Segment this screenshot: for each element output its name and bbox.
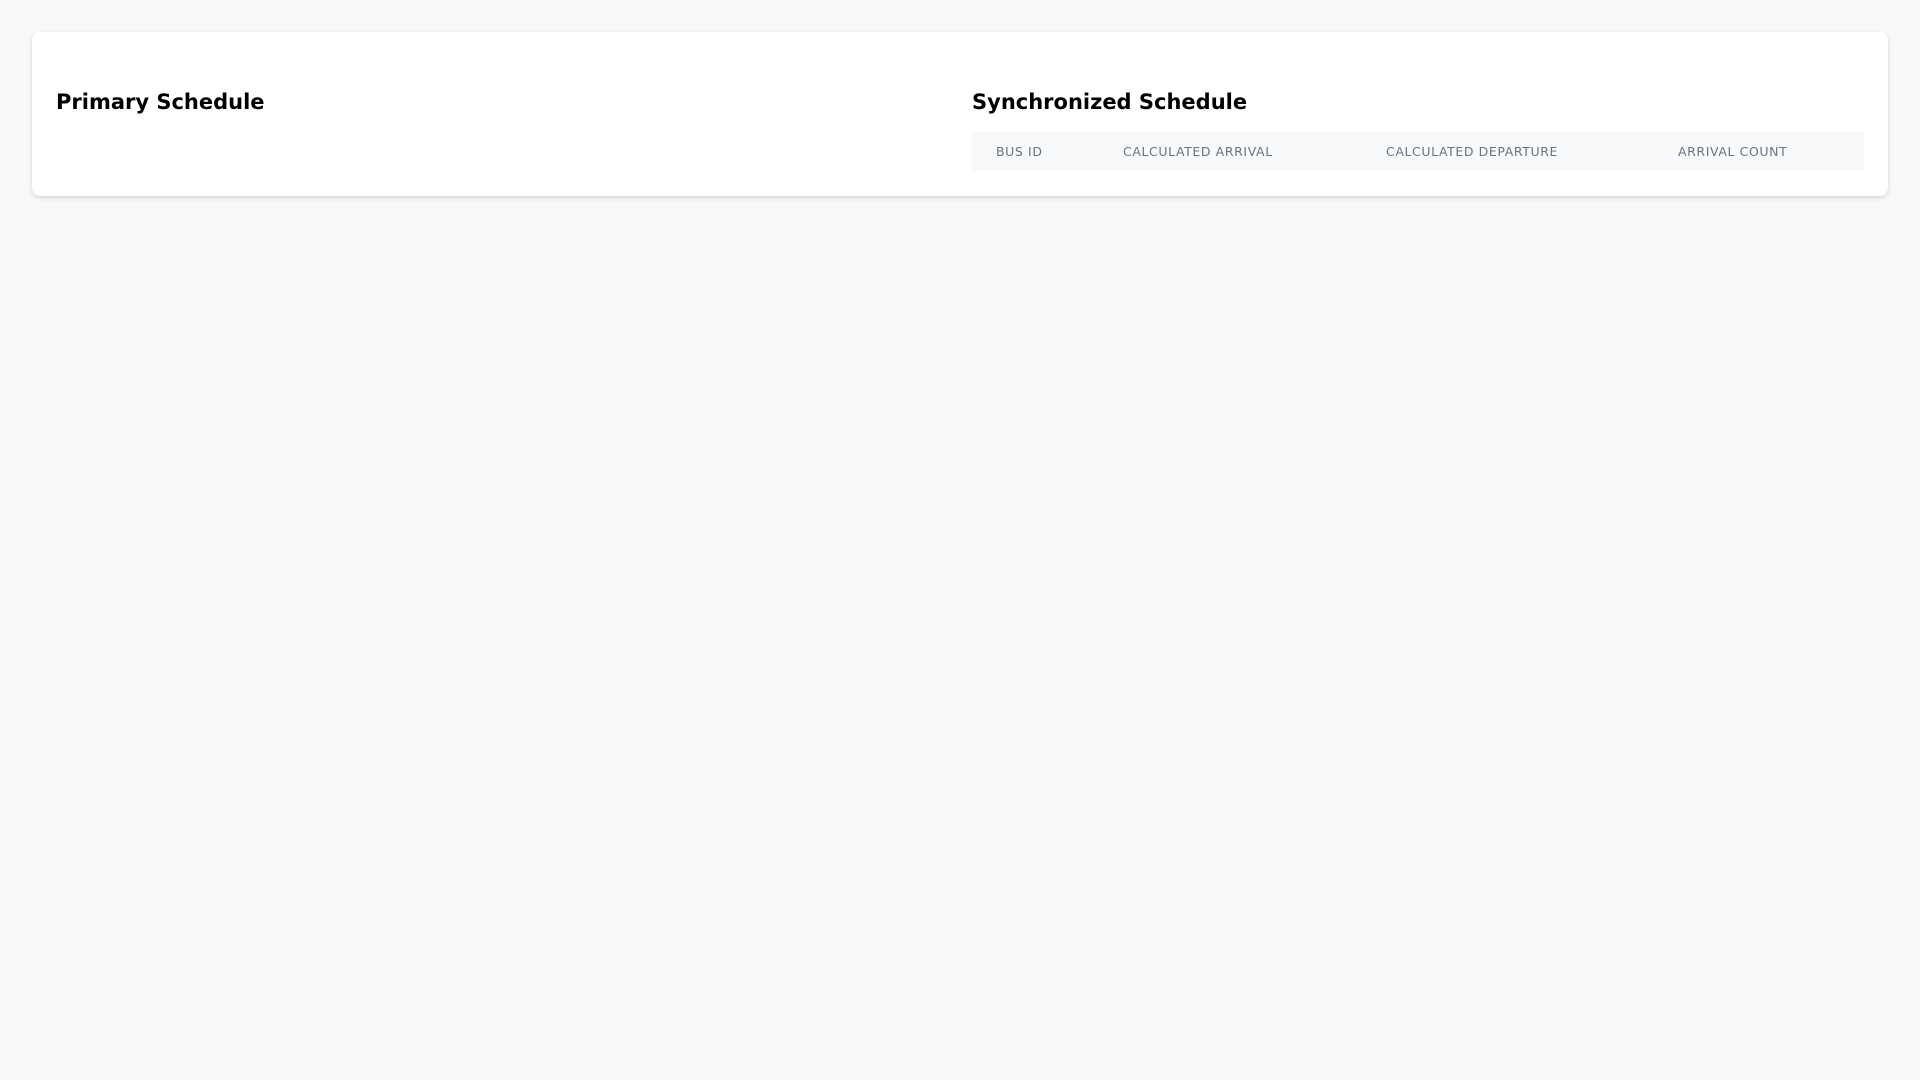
column-header-calculated-arrival[interactable]: CALCULATED ARRIVAL — [1099, 132, 1362, 171]
column-header-bus-id[interactable]: BUS ID — [972, 132, 1099, 171]
primary-schedule-title: Primary Schedule — [56, 90, 265, 114]
table-header-row: BUS ID CALCULATED ARRIVAL CALCULATED DEP… — [972, 132, 1864, 171]
schedules-card: Primary Schedule Synchronized Schedule B… — [32, 32, 1888, 196]
synchronized-schedule-table: BUS ID CALCULATED ARRIVAL CALCULATED DEP… — [972, 132, 1864, 171]
column-header-arrival-count[interactable]: ARRIVAL COUNT — [1654, 132, 1864, 171]
column-header-calculated-departure[interactable]: CALCULATED DEPARTURE — [1362, 132, 1654, 171]
synchronized-schedule-title: Synchronized Schedule — [972, 90, 1248, 114]
